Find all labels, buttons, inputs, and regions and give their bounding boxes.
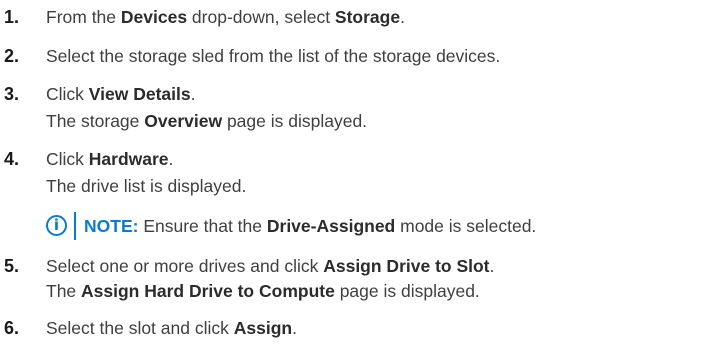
text: page is displayed.	[222, 111, 368, 131]
text: From the	[46, 7, 121, 27]
text: .	[190, 84, 196, 104]
step-number: 4.	[4, 149, 20, 169]
step-instruction: Click Hardware.	[46, 147, 173, 171]
ui-term-hardware: Hardware	[88, 149, 169, 169]
ui-term-overview: Overview	[144, 111, 223, 131]
step-number: 5.	[4, 256, 20, 276]
step-number: 3.	[4, 84, 20, 104]
procedure-document: 1. From the Devices drop-down, select St…	[0, 0, 728, 347]
step-result: The storage Overview page is displayed.	[46, 109, 367, 133]
text: Click	[46, 84, 89, 104]
ui-term-view-details: View Details	[88, 84, 191, 104]
text: .	[489, 256, 495, 276]
step-number: 2.	[4, 46, 20, 66]
text: Ensure that the	[138, 216, 267, 236]
ui-term-devices: Devices	[120, 7, 188, 27]
text: page is displayed.	[334, 281, 480, 301]
text: Select one or more drives and click	[46, 256, 324, 276]
ui-term-drive-assigned: Drive-Assigned	[266, 216, 396, 236]
note-label: NOTE:	[84, 216, 139, 236]
text: .	[400, 7, 405, 27]
ui-term-assign: Assign	[233, 318, 293, 338]
step-instruction: Select one or more drives and click Assi…	[46, 254, 494, 278]
ui-term-assign-drive-to-slot: Assign Drive to Slot	[323, 256, 490, 276]
text: mode is selected.	[395, 216, 537, 236]
text: Select the slot and click	[46, 318, 234, 338]
step-instruction: Click View Details.	[46, 82, 195, 106]
step-result: The Assign Hard Drive to Compute page is…	[46, 279, 480, 303]
ui-term-storage: Storage	[334, 7, 401, 27]
step-number: 1.	[4, 7, 20, 27]
step-number: 6.	[4, 318, 20, 338]
ui-term-assign-hard-drive-to-compute: Assign Hard Drive to Compute	[81, 281, 335, 301]
step-instruction: Select the slot and click Assign.	[46, 316, 297, 340]
step-instruction: From the Devices drop-down, select Stora…	[46, 5, 405, 29]
text: The	[46, 281, 82, 301]
text: .	[168, 149, 174, 169]
text: .	[292, 318, 297, 338]
note-text: NOTE: Ensure that the Drive-Assigned mod…	[84, 214, 536, 238]
text: Click	[46, 149, 89, 169]
text: drop-down, select	[187, 7, 335, 27]
info-icon: i	[46, 215, 67, 236]
note-divider	[74, 212, 76, 240]
step-instruction: Select the storage sled from the list of…	[46, 46, 501, 66]
step-result: The drive list is displayed.	[46, 176, 247, 196]
text: The storage	[46, 111, 145, 131]
